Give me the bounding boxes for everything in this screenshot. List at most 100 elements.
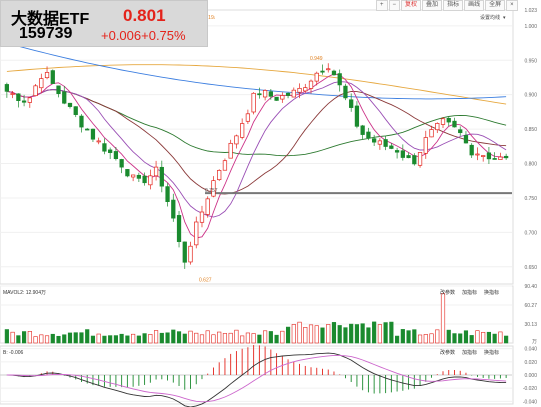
- candle-body: [39, 78, 44, 89]
- candle-body: [4, 84, 9, 92]
- volume-add-indicator-button: 加指标: [462, 289, 477, 296]
- volume-bar: [395, 335, 400, 344]
- zoom-out-button[interactable]: −: [388, 0, 401, 11]
- price-tick-label: 0.900: [524, 93, 537, 99]
- chevron-down-icon: ▾: [503, 15, 506, 21]
- dif-line: [6, 352, 507, 407]
- volume-bar: [136, 335, 141, 344]
- fullscreen-button[interactable]: 全屏: [485, 0, 506, 11]
- candle-body: [73, 106, 78, 115]
- macd-tick-label: 0.020: [524, 360, 537, 366]
- macd-tick-label: -0.040: [523, 399, 537, 405]
- candle-body: [429, 129, 434, 138]
- volume-bar: [222, 333, 228, 344]
- volume-bar: [199, 334, 205, 344]
- candle-body: [308, 80, 314, 89]
- candle-body: [21, 100, 27, 103]
- ma120-line: [6, 42, 507, 100]
- candle-body: [458, 129, 463, 134]
- ma20-line: [6, 89, 507, 195]
- price-tick-label: 0.750: [524, 196, 537, 202]
- volume-bar: [62, 334, 67, 344]
- candle-body: [165, 186, 170, 203]
- candle-body: [377, 140, 383, 145]
- volume-bar: [291, 324, 296, 344]
- volume-bar: [486, 331, 491, 344]
- volume-bar: [251, 333, 256, 344]
- volume-bar: [383, 322, 388, 344]
- close-button[interactable]: ×: [506, 0, 518, 11]
- volume-bar: [165, 332, 170, 344]
- volume-bar: [429, 333, 434, 344]
- volume-bar: [263, 330, 268, 344]
- candle-body: [171, 199, 176, 219]
- volume-tick-label: 90.40: [524, 284, 537, 290]
- zoom-in-button[interactable]: +: [376, 0, 388, 11]
- volume-bar: [337, 325, 342, 344]
- macd-tick-label: 0.000: [524, 373, 537, 379]
- candle-body: [349, 99, 354, 108]
- adjust-button[interactable]: 复权: [401, 0, 422, 11]
- volume-bar: [280, 330, 285, 344]
- volume-bar: [85, 329, 90, 344]
- volume-bar: [452, 333, 457, 344]
- indicator-button[interactable]: 指标: [443, 0, 464, 11]
- overlay-button[interactable]: 叠加: [422, 0, 443, 11]
- candle-body: [240, 123, 245, 138]
- volume-bar: [188, 330, 193, 344]
- candle-body: [217, 170, 222, 181]
- low-price-label: 0.627: [199, 278, 212, 284]
- candle-body: [492, 158, 497, 160]
- volume-bar: [79, 332, 84, 344]
- volume-bar: [469, 335, 474, 344]
- candle-body: [463, 135, 469, 144]
- candle-body: [303, 87, 308, 92]
- price-tick-label: 1.023: [524, 8, 537, 14]
- price-tick-label: 0.950: [524, 58, 537, 64]
- candle-body: [320, 70, 325, 73]
- candle-body: [285, 92, 291, 96]
- candle-body: [268, 91, 273, 97]
- volume-bar: [412, 329, 417, 344]
- candle-body: [366, 131, 371, 139]
- chart-canvas[interactable]: 1.023 1.000 0.950 0.900 0.850 0.800 0.750 0.700…: [0, 0, 541, 407]
- down-arrow-icon: ↓: [213, 15, 216, 21]
- volume-bar: [372, 321, 377, 344]
- draw-button[interactable]: 画线: [464, 0, 485, 11]
- candle-body: [354, 105, 360, 127]
- candle-body: [262, 90, 268, 98]
- candle-body: [142, 175, 147, 184]
- volume-bar: [297, 321, 302, 344]
- volume-bar: [205, 330, 210, 344]
- volume-bar: [343, 327, 348, 344]
- volume-bar: [331, 322, 337, 344]
- candle-body: [435, 123, 440, 131]
- candle-body: [67, 102, 73, 107]
- volume-bar: [446, 329, 451, 344]
- volume-bar: [481, 332, 486, 344]
- candle-body: [108, 149, 113, 153]
- volume-bar: [314, 325, 319, 344]
- volume-bar: [56, 335, 61, 344]
- volume-bar: [417, 334, 423, 344]
- candle-body: [412, 155, 417, 165]
- volume-bar: [423, 334, 428, 344]
- candle-body: [326, 68, 331, 71]
- candle-body: [440, 118, 446, 125]
- price-tick-label: 0.800: [524, 162, 537, 168]
- candle-body: [182, 241, 187, 263]
- volume-bar: [217, 331, 222, 344]
- volume-edit-params-button: 改参数: [440, 289, 455, 296]
- ma10-line: [6, 81, 507, 218]
- candle-body: [228, 142, 233, 159]
- candle-body: [153, 166, 159, 177]
- volume-bar: [326, 324, 331, 344]
- candle-body: [394, 150, 400, 153]
- macd-tick-label: -0.020: [523, 386, 537, 392]
- price-tick-label: 1.000: [524, 24, 537, 30]
- volume-bar: [171, 329, 176, 344]
- candle-body: [44, 72, 50, 79]
- volume-bar: [240, 335, 245, 344]
- volume-legend: MAVOL2: 12.904万: [3, 290, 46, 296]
- volume-bar: [90, 335, 96, 344]
